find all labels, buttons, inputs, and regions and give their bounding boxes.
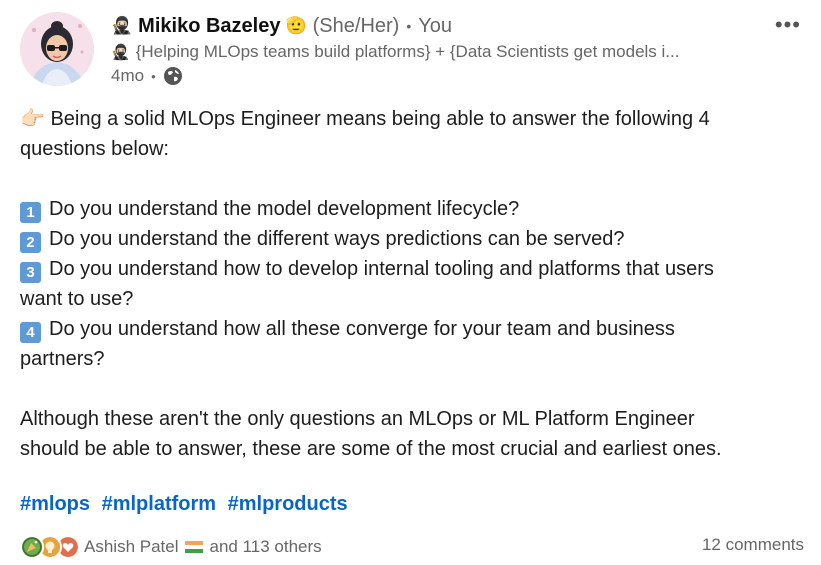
author-pronouns: (She/Her) <box>312 14 400 37</box>
question-3: 3 Do you understand how to develop intern… <box>20 254 810 284</box>
pointing-hand-emoji: 👉🏻 <box>20 108 45 130</box>
question-2: 2 Do you understand the different ways pr… <box>20 224 810 254</box>
question-3-cont: want to use? <box>20 288 134 310</box>
celebrate-icon <box>20 535 44 559</box>
keycap-2-icon: 2 <box>20 232 41 253</box>
reactions-count[interactable]: and 113 others <box>210 537 322 557</box>
comments-count[interactable]: 12 comments <box>702 535 804 555</box>
author-line: 🥷🏻 Mikiko Bazeley 🫡 (She/Her) • You <box>111 13 452 39</box>
keycap-4-icon: 4 <box>20 322 41 343</box>
post-body: 👉🏻 Being a solid MLOps Engineer means be… <box>20 104 810 464</box>
hashtag-link[interactable]: #mlproducts <box>228 493 348 515</box>
relation-label: You <box>418 14 452 37</box>
hashtag-link[interactable]: #mlops <box>20 493 90 515</box>
intro-text: Being a solid MLOps Engineer means being… <box>50 108 710 130</box>
india-flag-icon <box>184 541 203 553</box>
question-text: Do you understand the different ways pre… <box>49 228 625 250</box>
question-text: Do you understand how all these converge… <box>49 318 675 340</box>
question-1: 1 Do you understand the model development… <box>20 194 810 224</box>
avatar[interactable] <box>20 12 94 86</box>
headline-text: {Helping MLOps teams build platforms} + … <box>135 42 680 61</box>
more-options-button[interactable]: ••• <box>775 12 801 38</box>
globe-icon <box>163 67 182 85</box>
keycap-3-icon: 3 <box>20 262 41 283</box>
closing-line-2: should be able to answer, these are some… <box>20 438 722 460</box>
author-name[interactable]: Mikiko Bazeley <box>138 15 280 38</box>
ninja-emoji: 🥷🏻 <box>111 16 133 35</box>
reactions-summary[interactable]: Ashish Patel and 113 others <box>20 535 322 559</box>
post-meta: 4mo • <box>111 66 183 86</box>
separator-dot: • <box>151 68 156 84</box>
post-time[interactable]: 4mo <box>111 66 144 86</box>
question-text: Do you understand how to develop interna… <box>49 258 714 280</box>
hashtag-link[interactable]: #mlplatform <box>102 493 216 515</box>
keycap-1-icon: 1 <box>20 202 41 223</box>
question-4: 4 Do you understand how all these converg… <box>20 314 810 344</box>
ninja-emoji: 🥷🏻 <box>111 44 130 61</box>
hashtag-list: #mlops #mlplatform #mlproducts <box>20 493 354 516</box>
separator-dot: • <box>406 18 412 34</box>
question-4-cont: partners? <box>20 348 105 370</box>
intro-line: 👉🏻 Being a solid MLOps Engineer means be… <box>20 104 810 134</box>
author-headline: 🥷🏻 {Helping MLOps teams build platforms}… <box>111 42 679 62</box>
avatar-image <box>20 12 94 86</box>
salute-emoji: 🫡 <box>285 16 307 35</box>
intro-line-2: questions below: <box>20 138 169 160</box>
reactor-name[interactable]: Ashish Patel <box>84 537 179 557</box>
question-text: Do you understand the model development … <box>49 198 520 220</box>
closing-line: Although these aren't the only questions… <box>20 408 695 430</box>
